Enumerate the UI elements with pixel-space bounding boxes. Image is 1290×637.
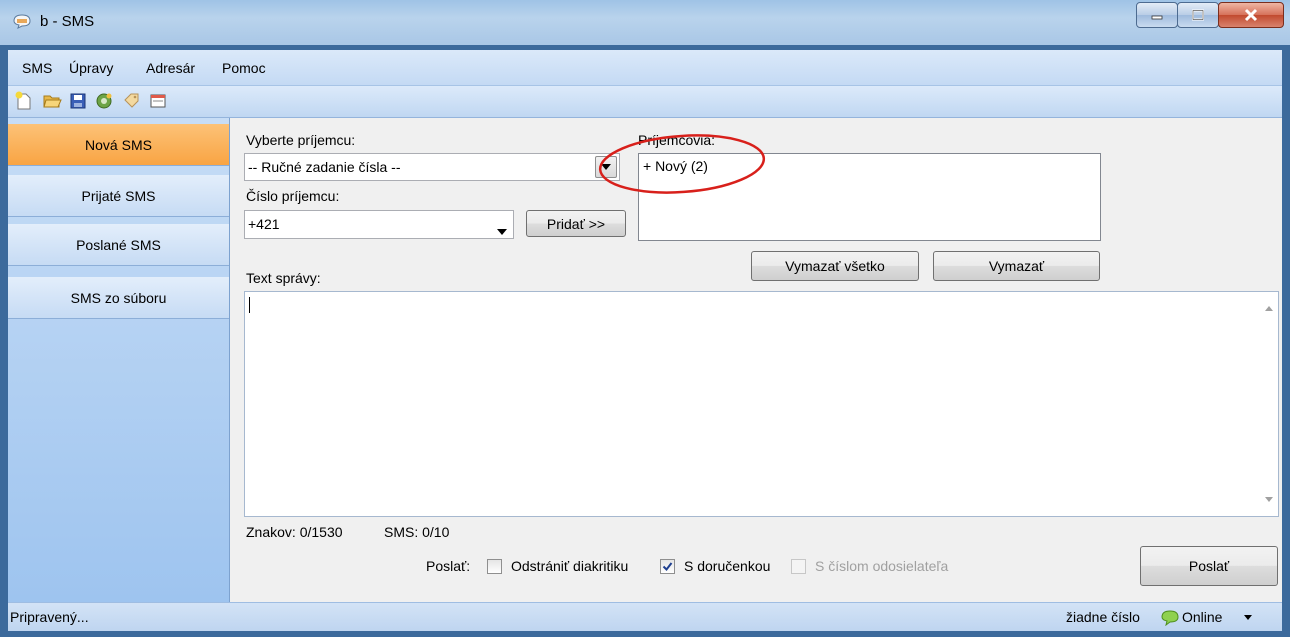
sidebar-item-poslane-sms[interactable]: Poslané SMS bbox=[8, 224, 229, 266]
recipient-number-value: +421 bbox=[248, 216, 280, 232]
sidebar-item-nova-sms[interactable]: Nová SMS bbox=[8, 124, 229, 166]
clear-button[interactable]: Vymazať bbox=[933, 251, 1100, 281]
menu-sms[interactable]: SMS bbox=[22, 60, 52, 76]
toolbar bbox=[8, 86, 1282, 118]
sender-number-label: S číslom odosielateľa bbox=[815, 558, 949, 574]
chevron-down-icon[interactable] bbox=[1244, 615, 1252, 620]
chevron-down-icon[interactable] bbox=[497, 222, 507, 238]
checkmark-icon bbox=[662, 562, 673, 572]
add-recipient-button-label: Pridať >> bbox=[546, 215, 606, 232]
message-label: Text správy: bbox=[246, 270, 321, 286]
clear-all-button[interactable]: Vymazať všetko bbox=[751, 251, 919, 281]
application-window: b - SMS SMS Úpravy Adresár Pomoc Nová SM… bbox=[0, 0, 1290, 637]
recipient-select-value: -- Ručné zadanie čísla -- bbox=[248, 159, 401, 175]
title-bar: b - SMS bbox=[0, 0, 1290, 45]
sidebar-item-label: Nová SMS bbox=[85, 136, 152, 153]
sidebar-item-label: Prijaté SMS bbox=[81, 187, 156, 204]
open-folder-icon[interactable] bbox=[42, 91, 62, 111]
online-status-icon bbox=[1161, 610, 1179, 626]
send-button[interactable]: Poslať bbox=[1140, 546, 1278, 586]
maximize-icon bbox=[1192, 9, 1204, 21]
message-scrollbar[interactable] bbox=[1260, 292, 1278, 516]
send-options-label: Poslať: bbox=[426, 558, 471, 574]
phone-number-status: žiadne číslo bbox=[1066, 609, 1140, 625]
recipient-select[interactable]: -- Ručné zadanie čísla -- bbox=[244, 153, 620, 181]
recipient-number-input[interactable]: +421 bbox=[244, 210, 514, 239]
add-recipient-button[interactable]: Pridať >> bbox=[526, 210, 626, 237]
new-icon[interactable] bbox=[14, 91, 34, 111]
menu-bar: SMS Úpravy Adresár Pomoc bbox=[8, 50, 1282, 86]
window-title: b - SMS bbox=[40, 13, 95, 30]
new-sms-form: Vyberte príjemcu: -- Ručné zadanie čísla… bbox=[230, 118, 1282, 602]
sms-count: SMS: 0/10 bbox=[384, 524, 450, 540]
menu-upravy[interactable]: Úpravy bbox=[69, 60, 113, 76]
minimize-button[interactable] bbox=[1136, 2, 1178, 28]
close-icon bbox=[1244, 8, 1258, 22]
highlight-circle bbox=[598, 134, 766, 194]
sidebar-item-label: Poslané SMS bbox=[76, 236, 161, 253]
save-icon[interactable] bbox=[68, 91, 88, 111]
send-button-label: Poslať bbox=[1188, 558, 1230, 574]
minimize-icon bbox=[1151, 15, 1163, 20]
recipient-number-label: Číslo príjemcu: bbox=[246, 188, 340, 204]
chevron-up-icon[interactable] bbox=[1265, 306, 1273, 311]
close-button[interactable] bbox=[1218, 2, 1284, 28]
clear-all-button-label: Vymazať všetko bbox=[785, 258, 885, 274]
sidebar-item-sms-zo-suboru[interactable]: SMS zo súboru bbox=[8, 277, 229, 319]
text-cursor bbox=[249, 297, 250, 313]
sender-number-checkbox[interactable] bbox=[791, 559, 806, 574]
remove-diacritics-label: Odstrániť diakritiku bbox=[511, 558, 629, 574]
sidebar-item-prijate-sms[interactable]: Prijaté SMS bbox=[8, 175, 229, 217]
client-area: SMS Úpravy Adresár Pomoc Nová SMS Prijat… bbox=[8, 50, 1282, 631]
sidebar: Nová SMS Prijaté SMS Poslané SMS SMS zo … bbox=[8, 118, 230, 602]
menu-adresar[interactable]: Adresár bbox=[146, 60, 195, 76]
menu-pomoc[interactable]: Pomoc bbox=[222, 60, 266, 76]
settings-icon[interactable] bbox=[94, 91, 114, 111]
sidebar-item-label: SMS zo súboru bbox=[70, 289, 167, 306]
char-count: Znakov: 0/1530 bbox=[246, 524, 343, 540]
status-bar: Pripravený... žiadne číslo Online bbox=[8, 602, 1282, 631]
window-icon[interactable] bbox=[148, 91, 168, 111]
select-recipient-label: Vyberte príjemcu: bbox=[246, 132, 356, 148]
chevron-down-icon[interactable] bbox=[1265, 497, 1273, 502]
remove-diacritics-checkbox[interactable] bbox=[487, 559, 502, 574]
message-textarea[interactable] bbox=[244, 291, 1279, 517]
tag-icon[interactable] bbox=[122, 91, 142, 111]
delivery-report-label: S doručenkou bbox=[684, 558, 771, 574]
maximize-button[interactable] bbox=[1177, 2, 1219, 28]
clear-button-label: Vymazať bbox=[988, 258, 1045, 274]
delivery-report-checkbox[interactable] bbox=[660, 559, 675, 574]
window-controls bbox=[1136, 2, 1284, 30]
sms-app-icon bbox=[13, 14, 31, 29]
status-text: Pripravený... bbox=[10, 609, 89, 625]
connection-status[interactable]: Online bbox=[1182, 609, 1222, 625]
